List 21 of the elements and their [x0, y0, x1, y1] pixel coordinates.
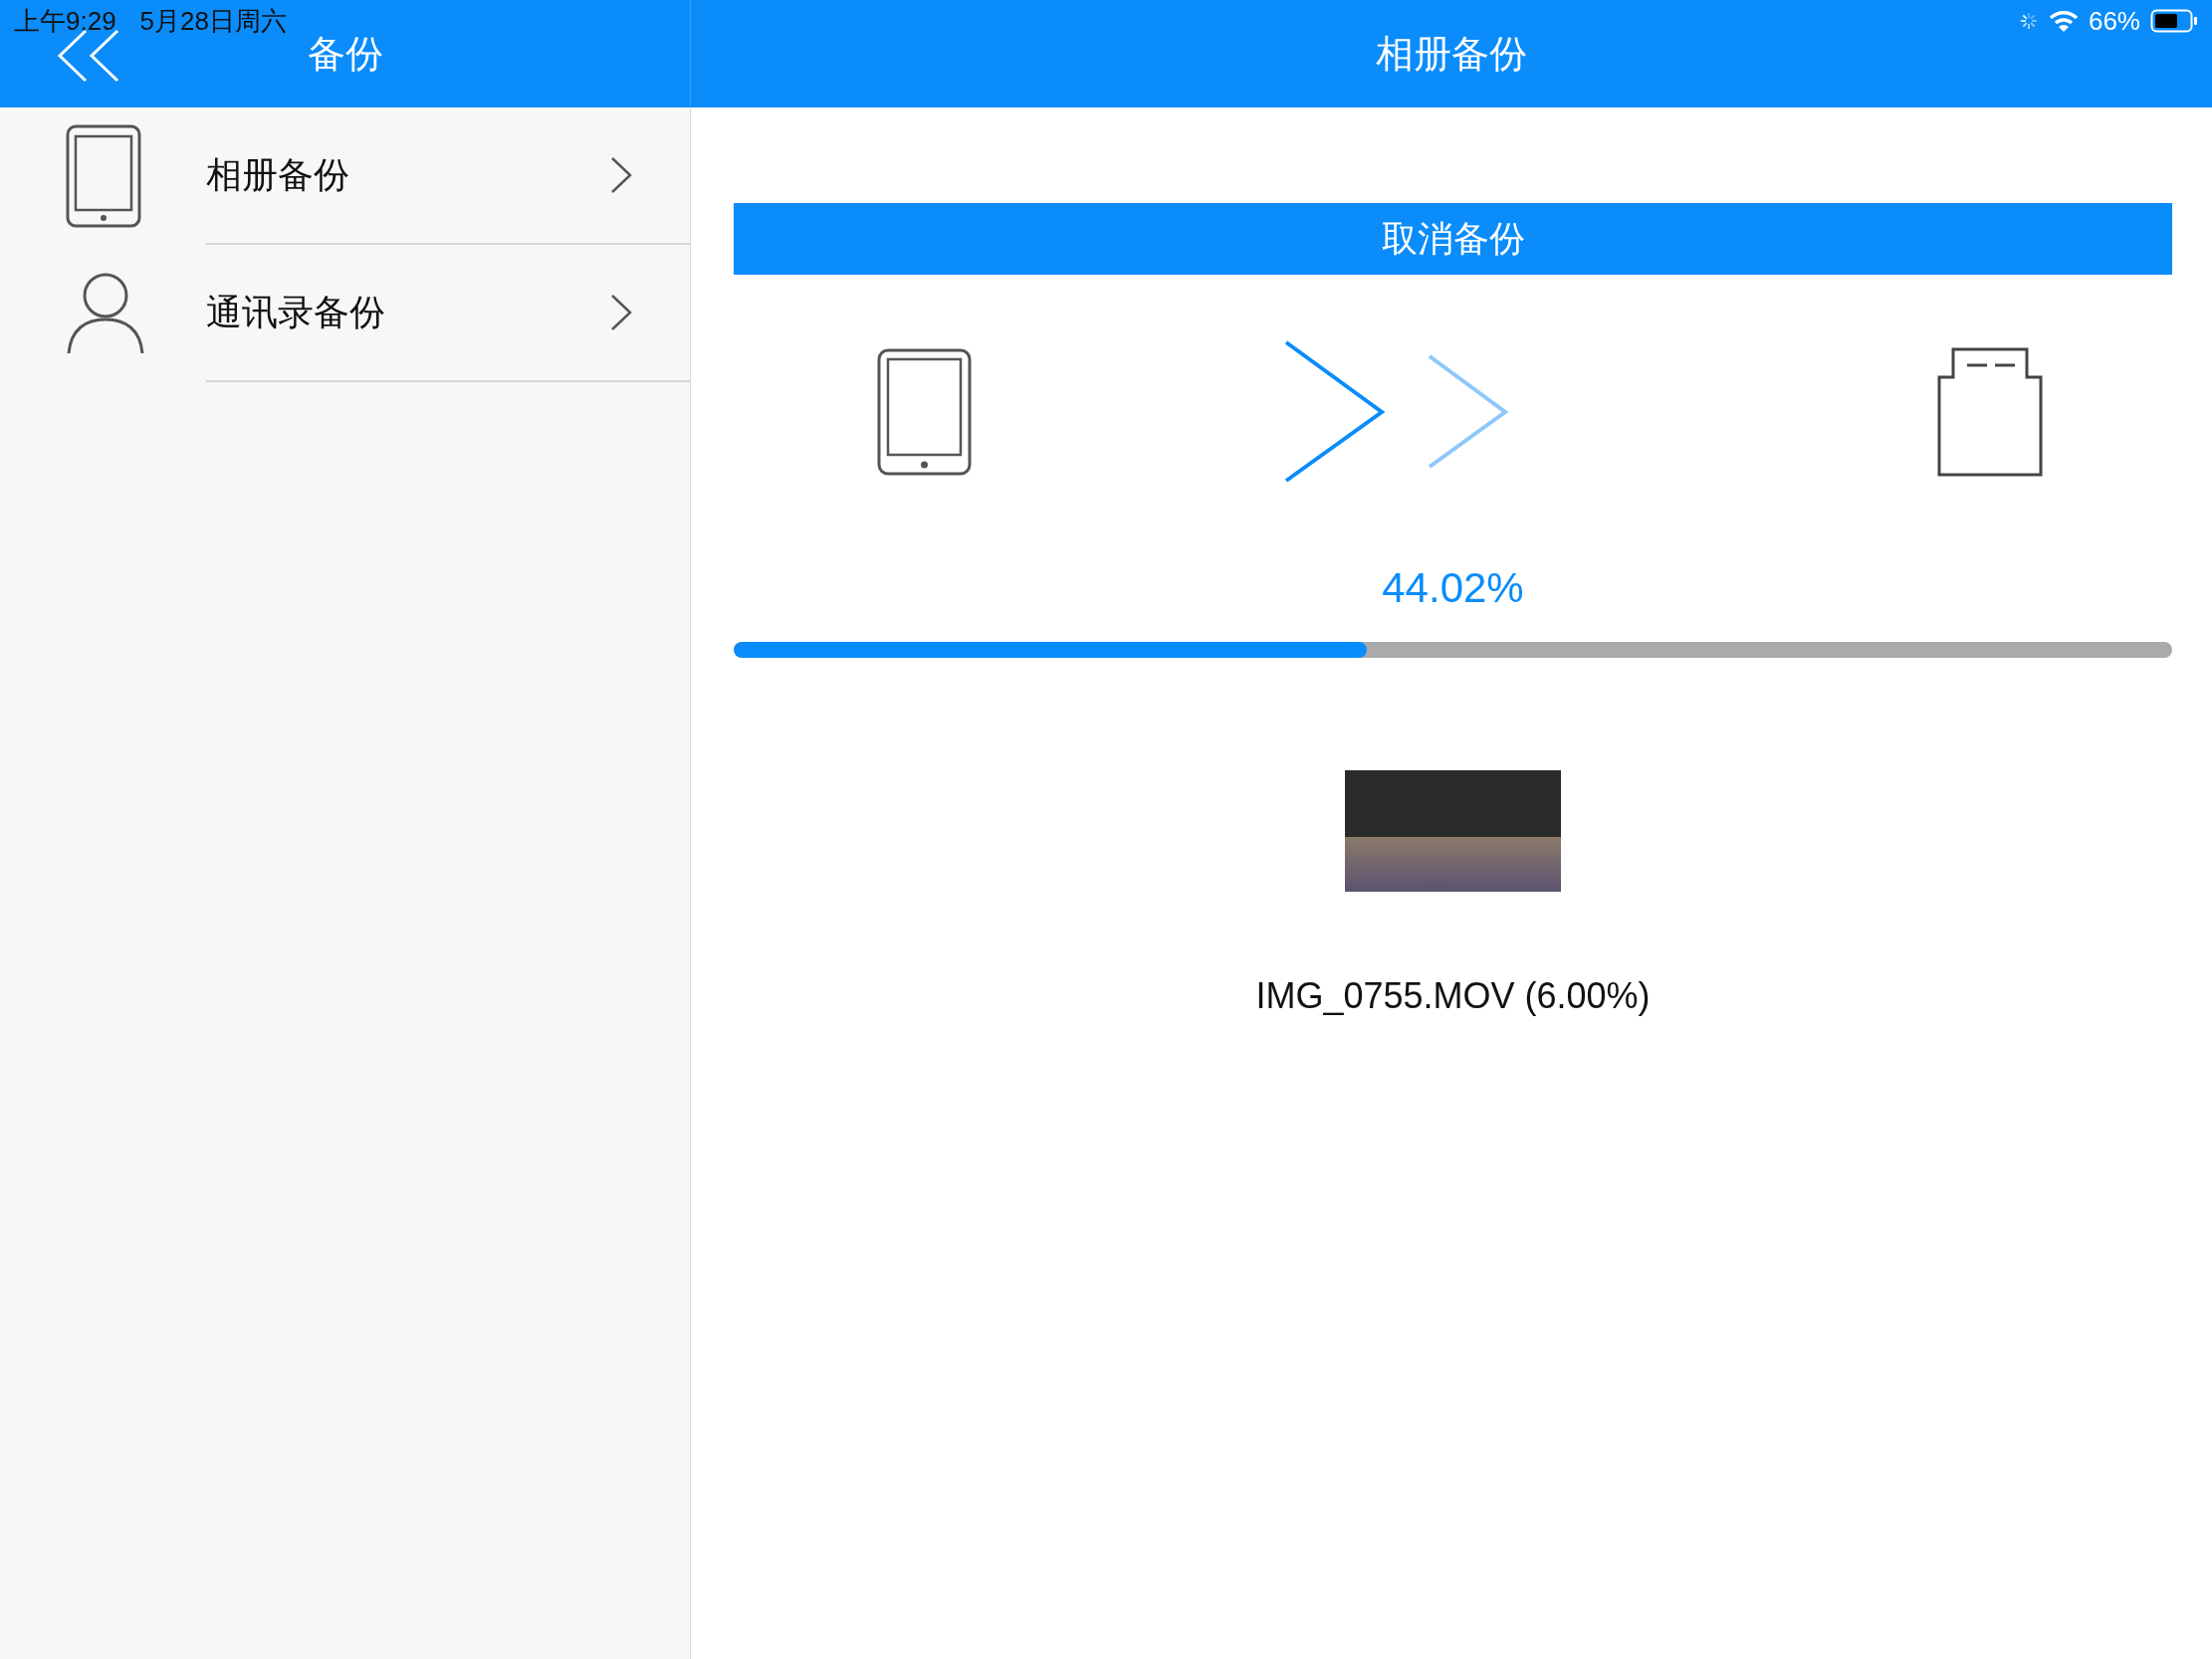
- page-title: 相册备份: [1376, 31, 1527, 77]
- battery-icon: [2150, 9, 2198, 33]
- status-date: 5月28日周六: [139, 4, 287, 38]
- sidebar-item[interactable]: 通讯录备份: [0, 245, 690, 382]
- tablet-icon: [66, 124, 141, 228]
- sidebar-title: 备份: [307, 31, 383, 77]
- tablet-icon: [877, 347, 972, 476]
- item-label: 相册备份: [206, 152, 349, 197]
- activity-indicator-icon: [2018, 11, 2039, 31]
- sidebar-item[interactable]: 相册备份: [0, 107, 690, 245]
- status-time: 上午9:29: [14, 4, 116, 38]
- chevron-right-icon: [610, 294, 632, 331]
- chevron-right-icon: [610, 156, 632, 194]
- wifi-icon: [2048, 9, 2079, 33]
- progress-percent: 44.02%: [1382, 564, 1524, 612]
- double-chevron-right-icon: [1284, 340, 1509, 483]
- person-icon: [66, 272, 145, 355]
- file-name: IMG_0755.MOV (6.00%): [1255, 975, 1651, 1017]
- memory-card-icon: [1937, 346, 2043, 477]
- item-label: 通讯录备份: [206, 290, 385, 334]
- battery-percent: 66%: [2088, 5, 2140, 37]
